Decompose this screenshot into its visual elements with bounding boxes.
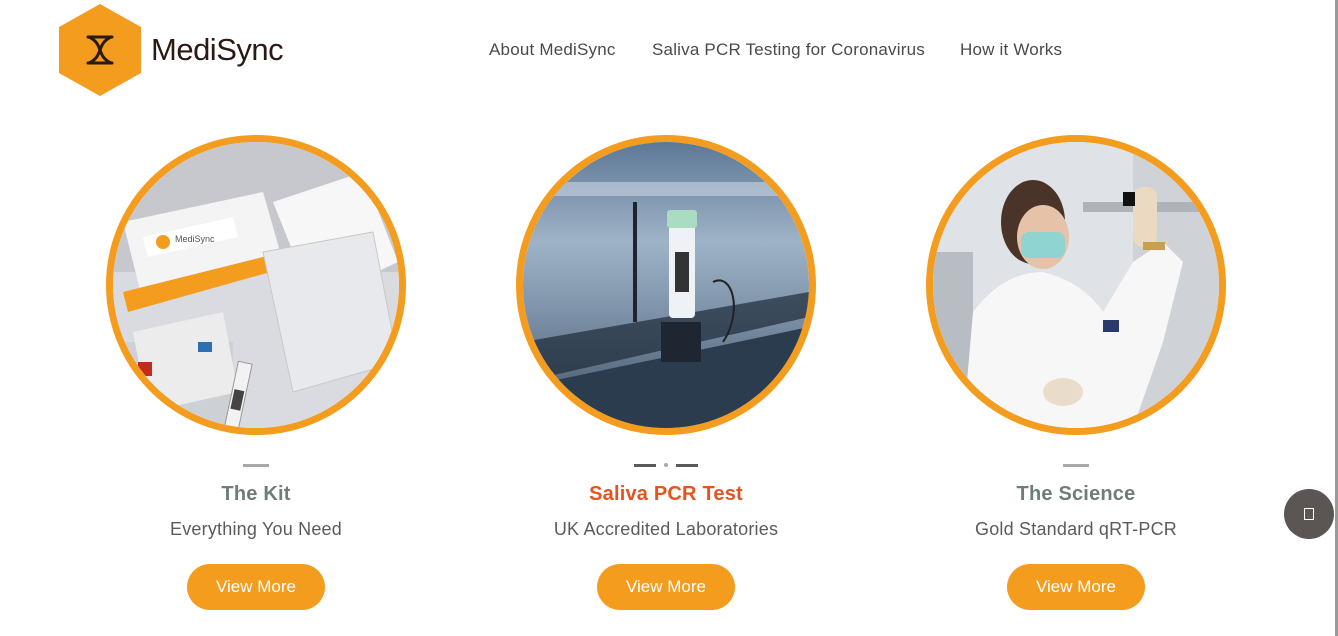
nav-how-it-works[interactable]: How it Works xyxy=(960,40,1062,60)
lab-scientist-image[interactable] xyxy=(926,135,1226,435)
card-title: The Kit xyxy=(221,483,291,505)
view-more-button[interactable]: View More xyxy=(597,564,735,610)
brand-name: MediSync xyxy=(151,32,284,67)
square-icon xyxy=(1304,508,1314,520)
divider xyxy=(926,463,1226,467)
card-title: The Science xyxy=(1016,483,1136,505)
view-more-button[interactable]: View More xyxy=(187,564,325,610)
card-the-kit: MediSync The Kit Everything You Need Vie… xyxy=(106,135,406,610)
divider xyxy=(106,463,406,467)
card-saliva-pcr-test: Saliva PCR Test UK Accredited Laboratori… xyxy=(516,135,816,610)
slider-indicator xyxy=(516,463,816,467)
sample-tube-image[interactable] xyxy=(516,135,816,435)
card-the-science: The Science Gold Standard qRT-PCR View M… xyxy=(926,135,1226,610)
nav-saliva-pcr[interactable]: Saliva PCR Testing for Coronavirus xyxy=(652,40,925,60)
dna-hexagon-icon xyxy=(59,4,141,96)
kit-image[interactable]: MediSync xyxy=(106,135,406,435)
view-more-button[interactable]: View More xyxy=(1007,564,1145,610)
logo[interactable]: MediSync xyxy=(59,4,284,96)
card-subtitle: UK Accredited Laboratories xyxy=(553,519,779,539)
card-subtitle: Gold Standard qRT-PCR xyxy=(975,519,1177,539)
nav-about[interactable]: About MediSync xyxy=(489,40,616,60)
card-subtitle: Everything You Need xyxy=(170,519,342,539)
card-title: Saliva PCR Test xyxy=(589,483,743,505)
floating-action-button[interactable] xyxy=(1284,489,1334,539)
kit-box-label: MediSync xyxy=(175,234,215,244)
